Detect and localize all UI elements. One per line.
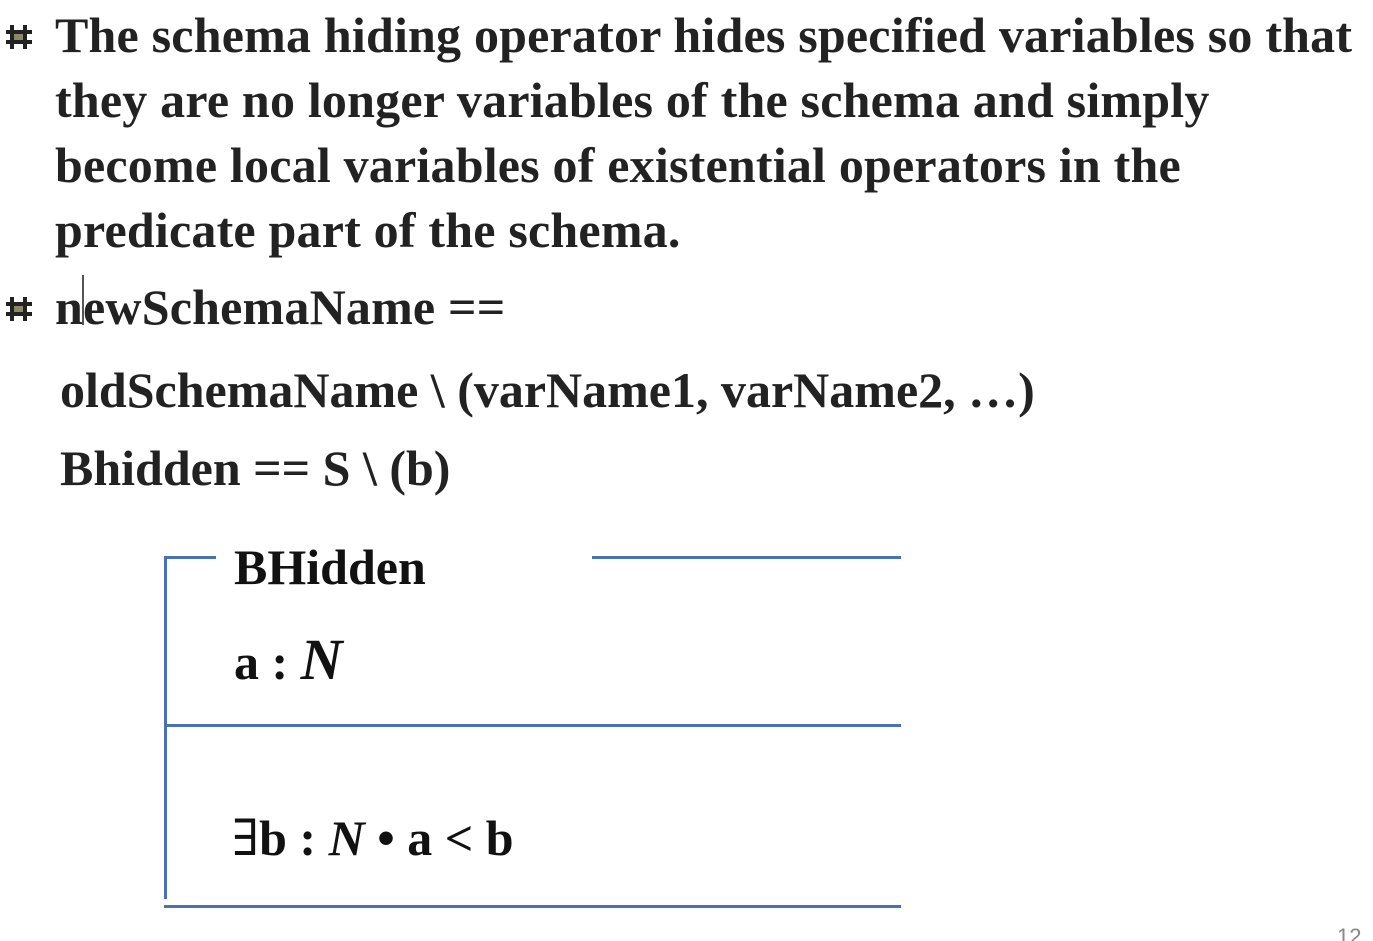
decl-type: N [300, 627, 343, 692]
pred-body: a < b [407, 810, 514, 866]
square-bullet-icon [6, 297, 32, 321]
slide-number: 12 [1337, 924, 1362, 941]
bullet-text-start: n [55, 279, 84, 335]
pred-variable: b : [259, 810, 329, 866]
bullet-text-rest: ewSchemaName == [83, 279, 506, 335]
bhidden-definition-line: Bhidden == S \ (b) [60, 440, 451, 496]
bullet-item-hiding-description: The schema hiding operator hides specifi… [55, 3, 1365, 263]
schema-top-border-left [164, 556, 216, 559]
schema-predicate: ∃b : N • a < b [232, 808, 514, 868]
schema-bottom-border [164, 905, 901, 908]
schema-title: BHidden [234, 539, 426, 595]
square-bullet-icon [6, 25, 32, 49]
decl-variable: a : [234, 634, 301, 690]
pred-type: N [328, 810, 365, 866]
bullet-item-syntax[interactable]: n ewSchemaName == [55, 275, 505, 340]
schema-declaration: a : N [234, 630, 343, 692]
bullet-text: The schema hiding operator hides specifi… [55, 7, 1353, 258]
pred-dot: • [364, 810, 408, 866]
old-schema-line: oldSchemaName \ (varName1, varName2, …) [60, 362, 1035, 418]
schema-divider [164, 724, 901, 727]
schema-left-border [164, 558, 167, 899]
schema-top-border-right [592, 556, 901, 559]
exists-symbol: ∃ [232, 810, 260, 866]
